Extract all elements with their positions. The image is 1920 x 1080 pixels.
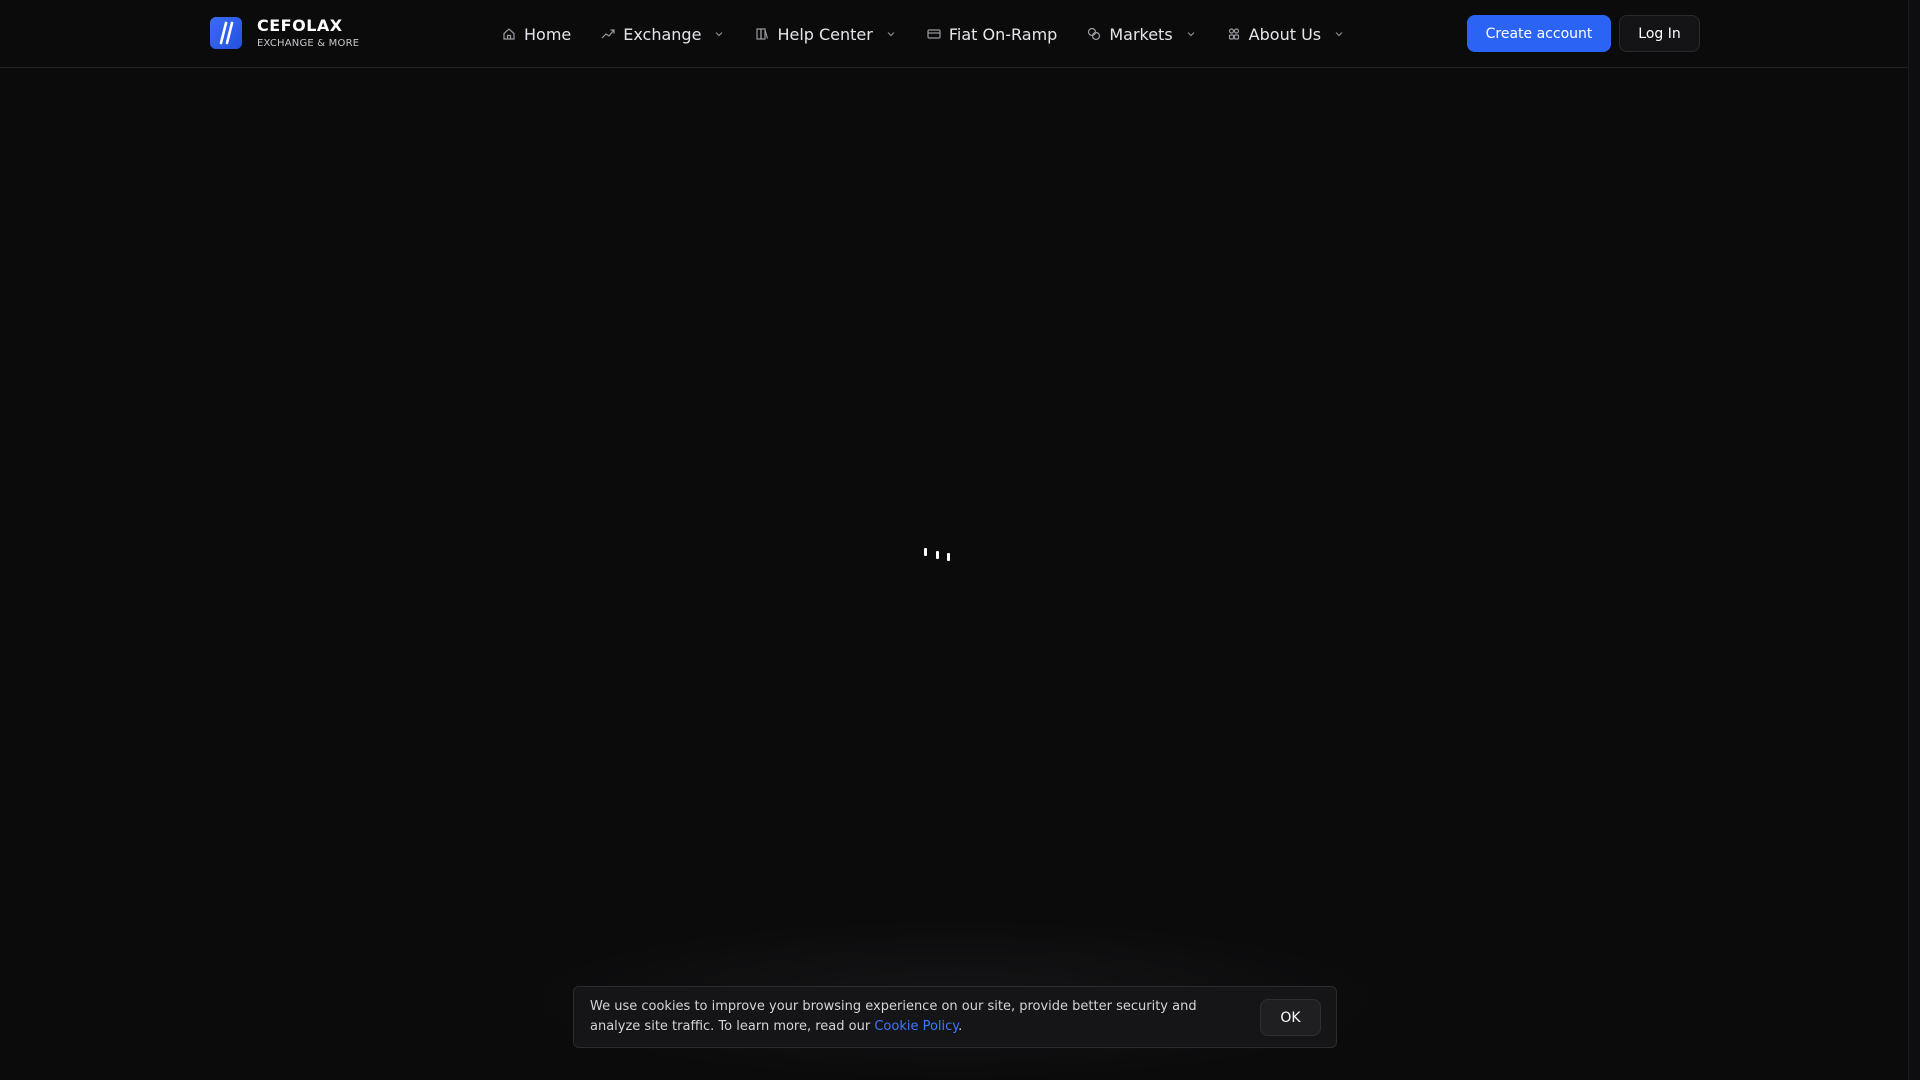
main-nav: Home Exchange Help Center Fiat On-Ramp M… <box>502 0 1345 68</box>
loader-bar <box>924 548 927 556</box>
top-header: CEFOLAX EXCHANGE & MORE Home Exchange He… <box>0 0 1908 68</box>
cookie-policy-link[interactable]: Cookie Policy <box>874 1019 958 1034</box>
chevron-down-icon <box>1333 28 1345 40</box>
brand-name: CEFOLAX <box>257 15 343 35</box>
nav-item-home[interactable]: Home <box>502 25 571 44</box>
book-icon <box>755 27 769 41</box>
cookie-message: We use cookies to improve your browsing … <box>590 997 1250 1037</box>
create-account-button[interactable]: Create account <box>1467 15 1611 52</box>
log-in-button[interactable]: Log In <box>1619 15 1700 52</box>
card-icon <box>927 27 941 41</box>
people-icon <box>1227 27 1241 41</box>
nav-item-markets[interactable]: Markets <box>1087 25 1196 44</box>
nav-item-help-center[interactable]: Help Center <box>755 25 896 44</box>
brand-text: CEFOLAX EXCHANGE & MORE <box>257 15 360 49</box>
brand-logo[interactable]: CEFOLAX EXCHANGE & MORE <box>210 17 359 49</box>
chevron-down-icon <box>713 28 725 40</box>
coins-icon <box>1087 27 1101 41</box>
brand-tagline: EXCHANGE & MORE <box>257 37 360 49</box>
cookie-ok-button[interactable]: OK <box>1260 999 1321 1036</box>
logo-slash-icon <box>210 17 242 49</box>
loader-bar <box>947 553 950 561</box>
nav-item-label: Exchange <box>623 24 702 44</box>
nav-item-about-us[interactable]: About Us <box>1227 25 1345 44</box>
nav-item-fiat-on-ramp[interactable]: Fiat On-Ramp <box>927 25 1057 44</box>
chevron-down-icon <box>885 28 897 40</box>
nav-item-label: Fiat On-Ramp <box>948 24 1058 44</box>
cookie-banner: We use cookies to improve your browsing … <box>573 986 1337 1048</box>
loading-spinner-icon <box>924 548 952 562</box>
nav-item-label: Markets <box>1109 24 1173 44</box>
page-scrollbar[interactable] <box>1908 0 1920 1080</box>
page: CEFOLAX EXCHANGE & MORE Home Exchange He… <box>0 0 1920 1080</box>
nav-item-exchange[interactable]: Exchange <box>601 25 725 44</box>
home-icon <box>502 27 516 41</box>
trend-up-icon <box>601 27 615 41</box>
cookie-message-end: . <box>958 1019 963 1034</box>
nav-item-label: About Us <box>1248 24 1322 44</box>
chevron-down-icon <box>1185 28 1197 40</box>
loader-bar <box>936 551 939 559</box>
nav-item-label: Help Center <box>777 24 873 44</box>
nav-item-label: Home <box>524 24 572 44</box>
